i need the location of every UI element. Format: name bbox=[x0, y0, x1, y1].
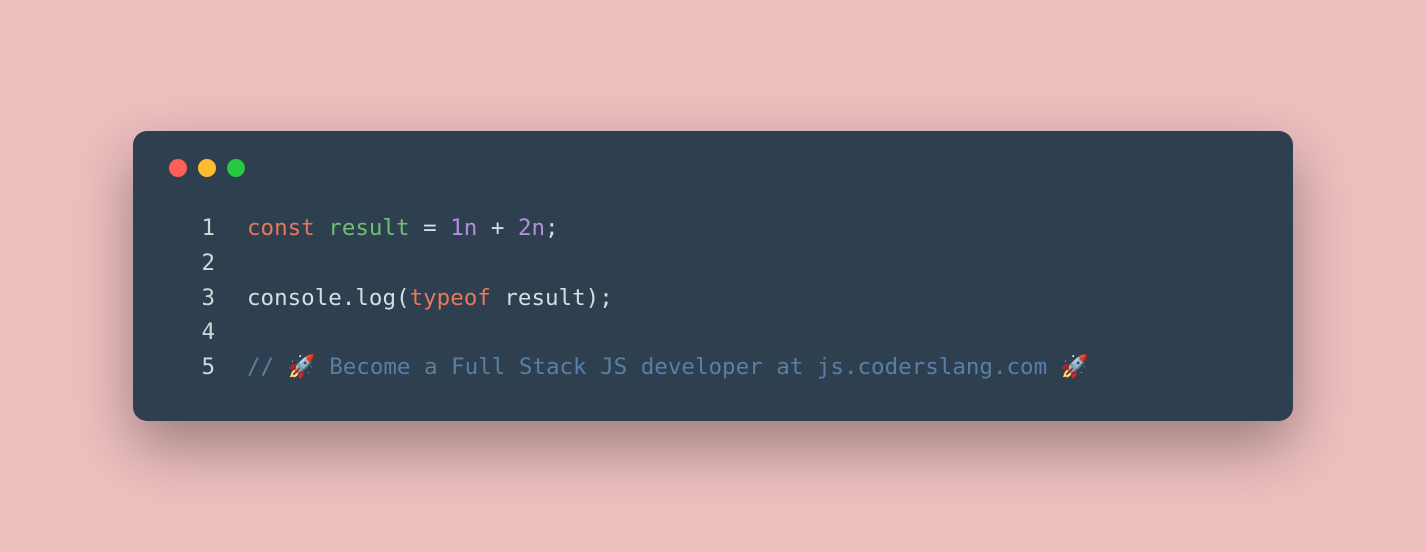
line-content: // 🚀 Become a Full Stack JS developer at… bbox=[247, 350, 1089, 385]
code-token: ; bbox=[545, 215, 559, 241]
window-titlebar bbox=[169, 159, 1257, 177]
line-number: 3 bbox=[169, 281, 215, 316]
code-line: 4 bbox=[169, 315, 1257, 350]
code-line: 2 bbox=[169, 246, 1257, 281]
code-token: typeof bbox=[410, 285, 491, 311]
code-line: 3 console.log(typeof result); bbox=[169, 281, 1257, 316]
code-token: 2n bbox=[518, 215, 545, 241]
line-content: const result = 1n + 2n; bbox=[247, 211, 559, 246]
line-content: console.log(typeof result); bbox=[247, 281, 613, 316]
line-number: 2 bbox=[169, 246, 215, 281]
code-token: console.log( bbox=[247, 285, 410, 311]
close-icon[interactable] bbox=[169, 159, 187, 177]
line-number: 4 bbox=[169, 315, 215, 350]
code-token: = bbox=[410, 215, 451, 241]
code-token: result bbox=[328, 215, 409, 241]
maximize-icon[interactable] bbox=[227, 159, 245, 177]
code-token: 1n bbox=[450, 215, 477, 241]
minimize-icon[interactable] bbox=[198, 159, 216, 177]
code-token: const bbox=[247, 215, 328, 241]
line-number: 5 bbox=[169, 350, 215, 385]
code-window: 1 const result = 1n + 2n; 23 console.log(ty… bbox=[133, 131, 1293, 421]
line-number: 1 bbox=[169, 211, 215, 246]
code-token: // 🚀 Become a Full Stack JS developer at… bbox=[247, 354, 1089, 380]
code-token: + bbox=[477, 215, 518, 241]
code-token: result); bbox=[491, 285, 613, 311]
code-block: 1 const result = 1n + 2n; 23 console.log(ty… bbox=[169, 211, 1257, 385]
code-line: 5 // 🚀 Become a Full Stack JS developer a… bbox=[169, 350, 1257, 385]
code-line: 1 const result = 1n + 2n; bbox=[169, 211, 1257, 246]
